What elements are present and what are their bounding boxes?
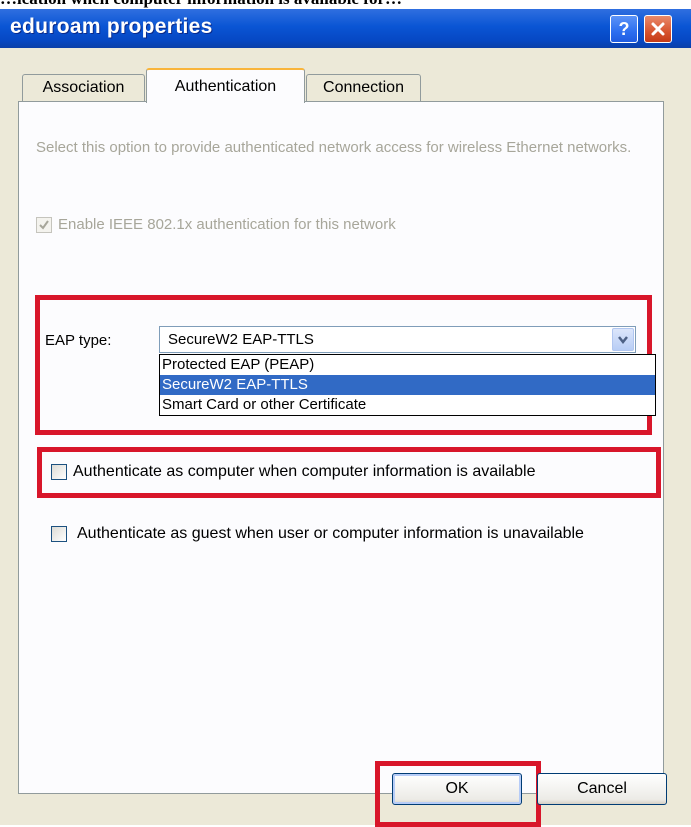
title-bar[interactable]: eduroam properties ? [0,9,691,48]
tab-association[interactable]: Association [22,74,145,101]
auth-as-computer-label: Authenticate as computer when computer i… [73,463,536,480]
tab-authentication[interactable]: Authentication [146,68,305,103]
window-title: eduroam properties [10,15,213,38]
properties-dialog: eduroam properties ? Association Authent… [0,9,691,827]
dialog-content: Association Authentication Connection Se… [0,48,691,827]
check-icon [39,219,49,230]
cancel-button[interactable]: Cancel [537,773,667,805]
close-icon [651,22,665,36]
enable-8021x-row: Enable IEEE 802.1x authentication for th… [36,216,396,233]
chevron-down-icon [618,335,628,344]
eap-option-smart-card[interactable]: Smart Card or other Certificate [160,395,655,415]
eap-type-select[interactable]: SecureW2 EAP-TTLS [159,326,636,353]
eap-option-ttls[interactable]: SecureW2 EAP-TTLS [160,375,655,395]
close-button[interactable] [644,15,672,43]
top-text-fragment: …ication when computer information is av… [0,0,691,9]
eap-type-dropdown-list: Protected EAP (PEAP) SecureW2 EAP-TTLS S… [159,354,656,416]
ok-button[interactable]: OK [392,773,522,805]
auth-as-computer-row: Authenticate as computer when computer i… [51,463,535,481]
auth-as-guest-checkbox[interactable] [51,526,67,542]
authentication-panel: Select this option to provide authentica… [18,101,664,794]
enable-8021x-label: Enable IEEE 802.1x authentication for th… [58,216,396,233]
eap-option-peap[interactable]: Protected EAP (PEAP) [160,355,655,375]
tab-connection[interactable]: Connection [306,74,421,101]
eap-type-label: EAP type: [45,332,112,349]
auth-as-computer-checkbox[interactable] [51,464,67,480]
panel-description: Select this option to provide authentica… [36,139,632,156]
help-icon: ? [619,19,630,39]
svg-text:?: ? [619,19,630,39]
eap-type-value: SecureW2 EAP-TTLS [168,331,314,348]
eap-dropdown-button[interactable] [612,328,634,351]
auth-as-guest-label: Authenticate as guest when user or compu… [77,525,584,542]
top-fragment-text: …ication when computer information is av… [0,0,402,9]
enable-8021x-checkbox[interactable] [36,216,52,233]
help-button[interactable]: ? [610,15,638,43]
